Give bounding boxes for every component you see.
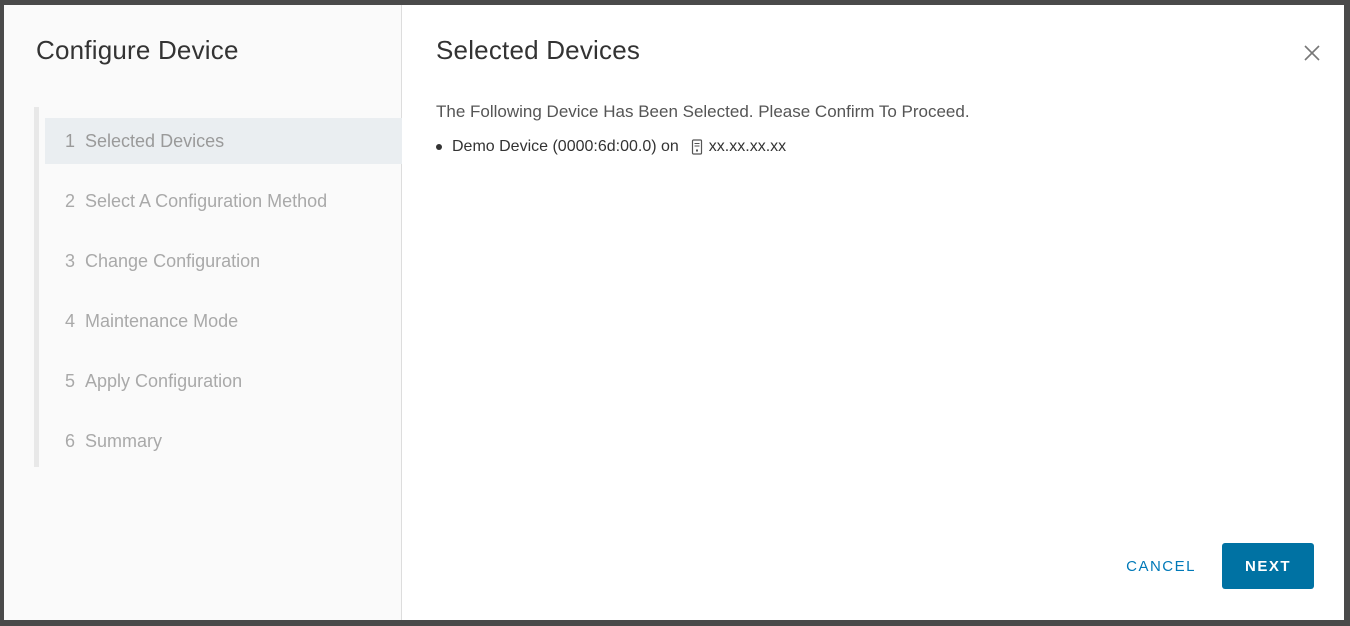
step-summary[interactable]: 6 Summary — [45, 418, 402, 464]
bullet — [436, 144, 442, 150]
step-number: 2 — [65, 190, 76, 211]
step-label: Selected Devices — [85, 130, 225, 151]
step-number: 4 — [65, 310, 76, 331]
step-maintenance-mode[interactable]: 4 Maintenance Mode — [45, 298, 402, 344]
host-server-icon — [691, 139, 703, 155]
instruction-text: The Following Device Has Been Selected. … — [436, 102, 970, 121]
step-number: 5 — [65, 370, 76, 391]
wizard-steps: 1 Selected Devices 2 Select A Configurat… — [34, 107, 402, 467]
wizard-content: Selected Devices The Following Device Ha… — [402, 5, 1344, 620]
step-apply-configuration[interactable]: 5 Apply Configuration — [45, 358, 402, 404]
wizard-sidebar: Configure Device 1 Selected Devices 2 Se… — [4, 5, 402, 620]
close-icon — [1304, 45, 1320, 61]
step-label: Apply Configuration — [85, 370, 243, 391]
step-label: Maintenance Mode — [85, 310, 239, 331]
step-selected-devices[interactable]: 1 Selected Devices — [45, 118, 402, 164]
step-select-configuration-method[interactable]: 2 Select A Configuration Method — [45, 178, 402, 224]
page-title: Selected Devices — [436, 35, 641, 65]
step-number: 6 — [65, 430, 76, 451]
step-change-configuration[interactable]: 3 Change Configuration — [45, 238, 402, 284]
step-label: Change Configuration — [85, 250, 261, 271]
device-name: Demo Device (0000:6d:00.0) on — [452, 138, 679, 155]
step-number: 1 — [65, 130, 76, 151]
cancel-button[interactable]: CANCEL — [1106, 543, 1216, 589]
next-button[interactable]: NEXT — [1222, 543, 1314, 589]
wizard-title: Configure Device — [36, 35, 239, 65]
selected-device-list: Demo Device (0000:6d:00.0) on xx.xx.xx.x… — [436, 138, 786, 156]
list-item: Demo Device (0000:6d:00.0) on xx.xx.xx.x… — [436, 138, 786, 156]
wizard-footer: CANCEL NEXT — [1106, 543, 1314, 589]
close-button[interactable] — [1300, 41, 1324, 65]
configure-device-modal: Configure Device 1 Selected Devices 2 Se… — [4, 5, 1344, 620]
step-label: Select A Configuration Method — [85, 190, 328, 211]
host-address: xx.xx.xx.xx — [708, 138, 787, 155]
step-label: Summary — [85, 430, 163, 451]
step-number: 3 — [65, 250, 76, 271]
